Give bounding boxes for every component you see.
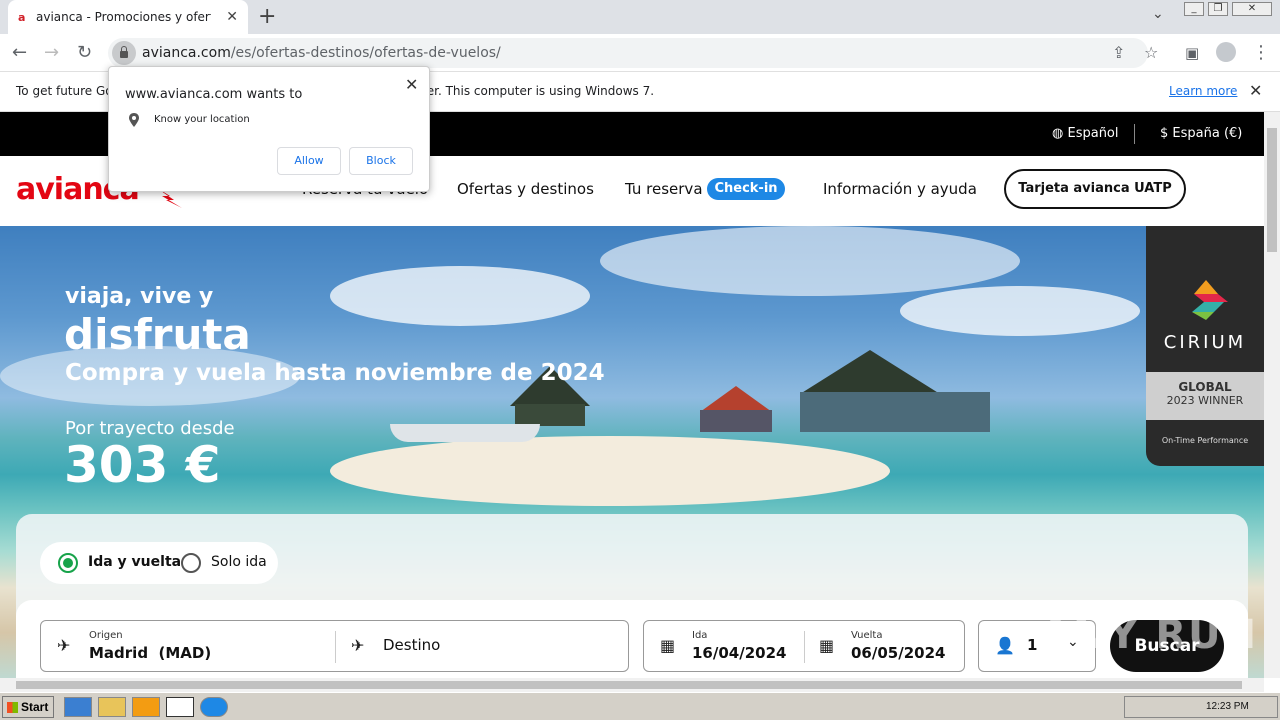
edge-icon[interactable] [200, 697, 228, 717]
passenger-count[interactable]: 1 [1027, 636, 1037, 654]
cirium-name: CIRIUM [1163, 332, 1247, 353]
hero-tagline-3: Compra y vuela hasta noviembre de 2024 [65, 360, 605, 386]
nav-booking[interactable]: Tu reserva [625, 180, 703, 198]
hero-tagline-1: viaja, vive y [65, 284, 214, 309]
uatp-card-button[interactable]: Tarjeta avianca UATP [1004, 169, 1186, 209]
chrome-icon[interactable] [166, 697, 194, 717]
web-page: ◍ Español $ España (€) avianca Reserva t… [0, 112, 1264, 678]
url-text[interactable]: avianca.com/es/ofertas-destinos/ofertas-… [142, 45, 501, 61]
origin-input[interactable]: Madrid (MAD) [89, 644, 211, 662]
field-divider [804, 631, 805, 663]
tab-close-icon[interactable]: ✕ [226, 9, 238, 25]
tab-strip: a avianca - Promociones y ofertas de vue… [0, 0, 1280, 34]
hut-roof [700, 386, 772, 412]
maximize-icon[interactable]: ❐ [1208, 2, 1228, 16]
award-global: GLOBAL [1178, 380, 1232, 394]
depart-date[interactable]: 16/04/2024 [692, 644, 786, 662]
tab-title: avianca - Promociones y ofertas de vuelo… [36, 10, 211, 24]
block-button[interactable]: Block [349, 147, 413, 175]
address-bar[interactable]: avianca.com/es/ofertas-destinos/ofertas-… [108, 38, 1158, 68]
tab-search-icon[interactable]: ⌄ [1152, 6, 1164, 22]
back-icon[interactable]: ← [12, 42, 27, 63]
checkin-badge[interactable]: Check-in [707, 178, 785, 200]
profile-avatar-icon[interactable] [1216, 42, 1236, 62]
hut-roof [800, 350, 940, 394]
cirium-logo-icon [1192, 280, 1228, 320]
side-panel-icon[interactable]: ▣ [1185, 44, 1199, 62]
hero-tagline-2: disfruta [64, 310, 251, 359]
round-trip-radio[interactable] [58, 553, 78, 573]
vertical-scrollbar[interactable] [1264, 112, 1280, 678]
calendar-icon: ▦ [660, 636, 676, 655]
trip-type-selector: Ida y vuelta Solo ida [40, 542, 278, 584]
share-icon[interactable]: ⇪ [1112, 43, 1125, 62]
depart-label: Ida [692, 630, 708, 641]
award-winner: 2023 WINNER [1166, 394, 1244, 407]
permission-request: Know your location [154, 114, 250, 125]
forward-icon[interactable]: → [44, 42, 59, 63]
return-label: Vuelta [851, 630, 883, 641]
nav-offers[interactable]: Ofertas y destinos [457, 180, 594, 198]
destination-input[interactable]: Destino [383, 636, 440, 654]
landing-icon: ✈ [351, 636, 365, 655]
location-pin-icon [129, 113, 139, 127]
bookmark-star-icon[interactable]: ☆ [1144, 43, 1158, 62]
popup-title: www.avianca.com wants to [125, 87, 303, 102]
hero-price: 303 € [64, 436, 221, 494]
hut [515, 404, 585, 426]
menu-kebab-icon[interactable]: ⋮ [1252, 42, 1270, 63]
cloud [900, 286, 1140, 336]
origin-label: Origen [89, 630, 123, 641]
new-tab-icon[interactable]: + [258, 4, 276, 29]
cirium-award-badge: CIRIUM GLOBAL 2023 WINNER On-Time Perfor… [1146, 226, 1264, 466]
location-permission-popup: www.avianca.com wants to ✕ Know your loc… [108, 66, 430, 192]
infobar-close-icon[interactable]: ✕ [1249, 81, 1262, 100]
minimize-icon[interactable]: _ [1184, 2, 1204, 16]
route-fields: ✈ Origen Madrid (MAD) ✈ Destino [40, 620, 629, 672]
cloud [600, 226, 1020, 296]
region-selector[interactable]: $ España (€) [1160, 126, 1242, 141]
topbar-divider [1134, 124, 1135, 144]
one-way-label[interactable]: Solo ida [211, 554, 267, 570]
ie-icon[interactable] [64, 697, 92, 717]
takeoff-icon: ✈ [57, 636, 71, 655]
anyrun-watermark: ANY RUN [1040, 612, 1259, 658]
cloud [330, 266, 590, 326]
window-close-icon[interactable]: ✕ [1232, 2, 1272, 16]
clock: 12:23 PM [1206, 701, 1249, 712]
add-person-icon: 👤 [995, 636, 1015, 655]
learn-more-link[interactable]: Learn more [1169, 84, 1237, 98]
horizontal-scrollbar[interactable] [0, 678, 1264, 692]
scroll-thumb[interactable] [1267, 128, 1277, 252]
boat [390, 424, 540, 442]
popup-close-icon[interactable]: ✕ [405, 75, 418, 94]
windows-taskbar: Start 12:23 PM [0, 692, 1280, 720]
allow-button[interactable]: Allow [277, 147, 341, 175]
sand-island [330, 436, 890, 506]
nav-info[interactable]: Información y ayuda [823, 180, 977, 198]
start-button[interactable]: Start [2, 696, 54, 718]
calendar-icon: ▦ [819, 636, 835, 655]
reload-icon[interactable]: ↻ [77, 42, 92, 63]
hut [700, 410, 772, 432]
date-fields: ▦ Ida 16/04/2024 ▦ Vuelta 06/05/2024 [643, 620, 965, 672]
system-tray [1124, 696, 1278, 718]
language-selector[interactable]: ◍ Español [1052, 126, 1119, 141]
scroll-thumb[interactable] [16, 681, 1242, 689]
explorer-icon[interactable] [98, 697, 126, 717]
lock-icon[interactable] [112, 41, 136, 65]
browser-tab[interactable]: a avianca - Promociones y ofertas de vue… [8, 0, 248, 34]
avianca-favicon-icon: a [18, 10, 26, 24]
hut [800, 392, 990, 432]
one-way-radio[interactable] [181, 553, 201, 573]
return-date[interactable]: 06/05/2024 [851, 644, 945, 662]
media-player-icon[interactable] [132, 697, 160, 717]
round-trip-label[interactable]: Ida y vuelta [88, 554, 181, 570]
award-category: On-Time Performance [1161, 436, 1249, 445]
field-divider [335, 631, 336, 663]
